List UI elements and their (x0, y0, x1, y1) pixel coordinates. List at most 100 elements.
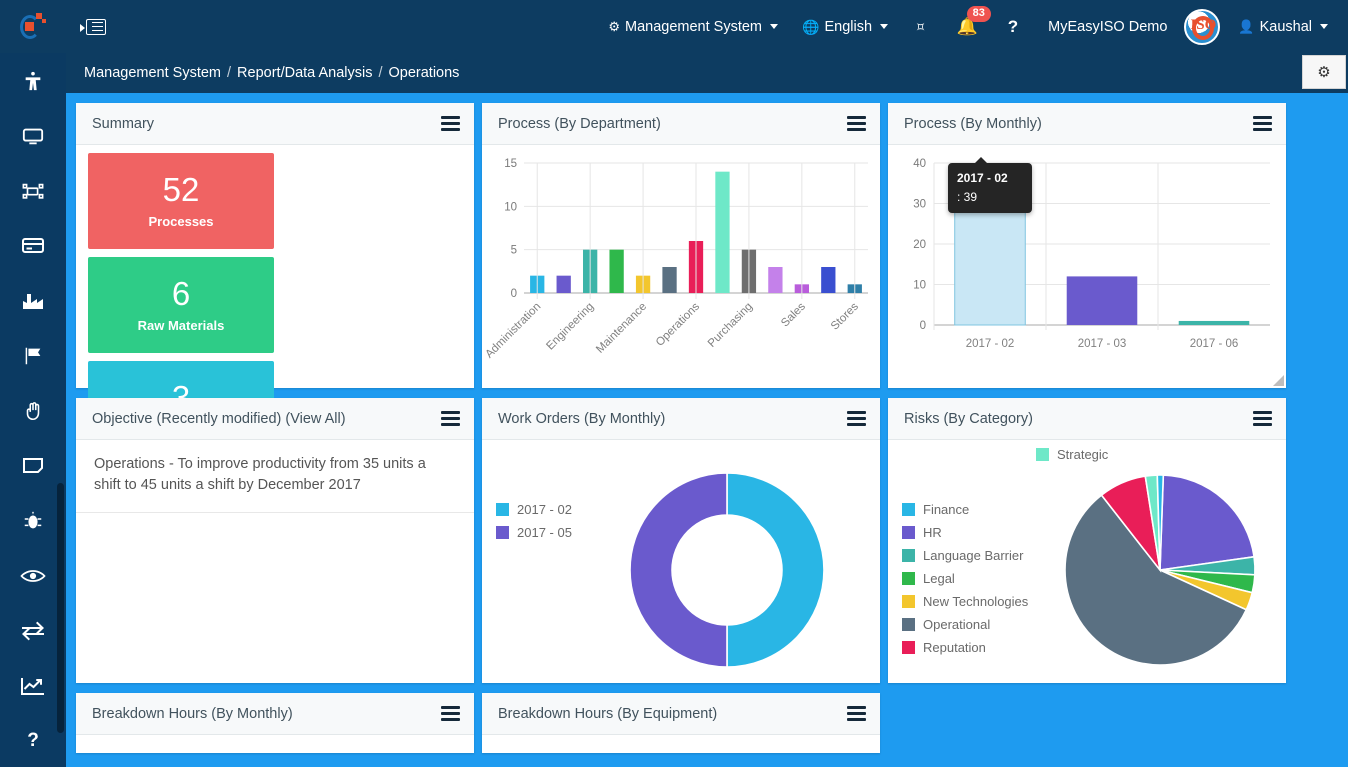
process-by-department-chart[interactable]: 0 5 10 15 Administration EngineeringMaintenan… (482, 145, 880, 388)
legend-swatch (902, 595, 915, 608)
panel-work-orders-body: 2017 - 02 2017 - 05 (482, 440, 880, 683)
tile-value: 52 (162, 171, 200, 209)
svg-text:Engineering: Engineering (544, 301, 596, 353)
sidebar-item-card[interactable] (0, 218, 66, 273)
svg-text:20: 20 (913, 239, 926, 251)
work-orders-donut-chart[interactable] (482, 440, 880, 683)
legend-swatch (1036, 448, 1049, 461)
chevron-down-icon (880, 24, 889, 29)
company-info: MyEasyISO Demo ISO (1032, 0, 1226, 53)
dashboard-settings-button[interactable]: ⚙ (1302, 55, 1346, 89)
user-icon: 👤 (1238, 18, 1255, 34)
svg-text:Maintenance: Maintenance (594, 301, 649, 356)
svg-text:0: 0 (511, 288, 517, 300)
panel-summary-header: Summary (76, 103, 474, 145)
panel-breakdown-monthly-body (76, 735, 474, 753)
module-selector-label: Management System (625, 18, 763, 35)
legend-item[interactable]: Operational (902, 617, 1028, 632)
notifications-button[interactable]: 🔔 83 (941, 0, 994, 53)
panel-summary: Summary 52 Processes 6 Raw Materials (76, 103, 474, 561)
summary-tile-raw-materials[interactable]: 6 Raw Materials (88, 257, 274, 353)
breadcrumb-item-1[interactable]: Report/Data Analysis (237, 65, 372, 81)
svg-text:2017 - 06: 2017 - 06 (1190, 338, 1239, 350)
sidebar-item-process[interactable] (0, 163, 66, 218)
hamburger-icon[interactable] (441, 113, 460, 134)
svg-text:Sales: Sales (779, 300, 808, 329)
panel-work-orders: Work Orders (By Monthly) 2017 - 02 2017 -… (482, 398, 880, 683)
svg-text:10: 10 (504, 201, 517, 213)
note-icon (23, 457, 43, 473)
sidebar-item-flag[interactable] (0, 328, 66, 383)
sidebar-scrollbar[interactable] (57, 483, 64, 733)
chevron-down-icon (1320, 24, 1328, 29)
legend-item[interactable]: 2017 - 05 (496, 525, 572, 540)
panel-title: Process (By Department) (498, 115, 661, 132)
language-selector[interactable]: 🌐 English (790, 0, 900, 53)
tile-label: Raw Materials (137, 317, 225, 333)
module-selector[interactable]: ⚙ Management System (596, 0, 790, 53)
sidebar-item-people[interactable] (0, 53, 66, 108)
hamburger-icon[interactable] (441, 703, 460, 724)
hamburger-icon[interactable] (441, 408, 460, 429)
user-menu[interactable]: 👤 Kaushal (1226, 0, 1348, 53)
panel-objective-body: Operations - To improve productivity fro… (76, 440, 474, 683)
svg-text:Stores: Stores (829, 300, 861, 332)
breadcrumb-item-0[interactable]: Management System (84, 65, 221, 81)
legend-item[interactable]: HR (902, 525, 1028, 540)
panel-process-by-department-body: 0 5 10 15 Administration Engineering Maintenan… (482, 145, 880, 388)
top-navigation-items: ⚙ Management System 🌐 English ✧ 🔔 83 ? M… (596, 0, 1348, 53)
legend-item[interactable]: Language Barrier (902, 548, 1028, 563)
sidebar-toggle-button[interactable] (66, 0, 126, 53)
exchange-icon (22, 621, 44, 640)
company-logo-icon: ISO (1184, 8, 1221, 45)
gear-icon: ⚙ (1317, 64, 1331, 81)
hamburger-icon[interactable] (847, 113, 866, 134)
language-selector-label: English (824, 18, 873, 35)
question-icon: ? (27, 729, 39, 751)
breadcrumb-separator: / (227, 65, 232, 81)
panel-title: Summary (92, 115, 155, 132)
legend-item[interactable]: Finance (902, 502, 1028, 517)
divider (76, 512, 474, 513)
factory-icon (23, 293, 43, 309)
legend-item[interactable]: Reputation (902, 640, 1028, 655)
legend-item[interactable]: 2017 - 02 (496, 502, 572, 517)
legend-label: 2017 - 05 (517, 525, 572, 540)
sidebar-item-factory[interactable] (0, 273, 66, 328)
legend-label: Language Barrier (923, 548, 1024, 563)
dashboard-grid: Summary 52 Processes 6 Raw Materials Pro… (66, 93, 1348, 753)
person-icon (25, 71, 41, 90)
help-button[interactable]: ? (994, 0, 1032, 53)
panel-title[interactable]: Objective (Recently modified) (View All) (92, 411, 346, 427)
tooltip-arrow-icon (974, 157, 988, 164)
hamburger-icon[interactable] (1253, 408, 1272, 429)
svg-text:10: 10 (913, 280, 926, 292)
eye-icon (20, 569, 46, 582)
panel-summary-body: 52 Processes 6 Raw Materials 3 Product/S… (76, 145, 474, 561)
svg-text:30: 30 (913, 199, 926, 211)
application-window: ⚙ Management System 🌐 English ✧ 🔔 83 ? M… (0, 0, 1348, 767)
panel-resize-handle[interactable] (1273, 375, 1284, 386)
hamburger-icon[interactable] (1253, 113, 1272, 134)
question-icon: ? (1007, 16, 1019, 36)
dashboard-content: Summary 52 Processes 6 Raw Materials Pro… (66, 93, 1348, 767)
globe-icon: 🌐 (802, 18, 820, 35)
legend-label: Reputation (923, 640, 986, 655)
legend-swatch (902, 549, 915, 562)
legend-item[interactable]: Legal (902, 571, 1028, 586)
legend-swatch (902, 641, 915, 654)
risks-legend-item-strategic[interactable]: Strategic (1036, 447, 1108, 462)
sidebar-item-monitor[interactable] (0, 108, 66, 163)
legend-item[interactable]: New Technologies (902, 594, 1028, 609)
pin-button[interactable]: ✧ (900, 0, 941, 53)
svg-text:Purchasing: Purchasing (706, 301, 755, 350)
breadcrumb-separator: / (378, 65, 383, 81)
sidebar-item-hand[interactable] (0, 383, 66, 438)
hamburger-icon[interactable] (847, 703, 866, 724)
svg-text:Operations: Operations (654, 300, 702, 348)
app-logo[interactable] (0, 0, 66, 53)
summary-tile-processes[interactable]: 52 Processes (88, 153, 274, 249)
panel-process-by-monthly-header: Process (By Monthly) (888, 103, 1286, 145)
legend-label: 2017 - 02 (517, 502, 572, 517)
hamburger-icon[interactable] (847, 408, 866, 429)
